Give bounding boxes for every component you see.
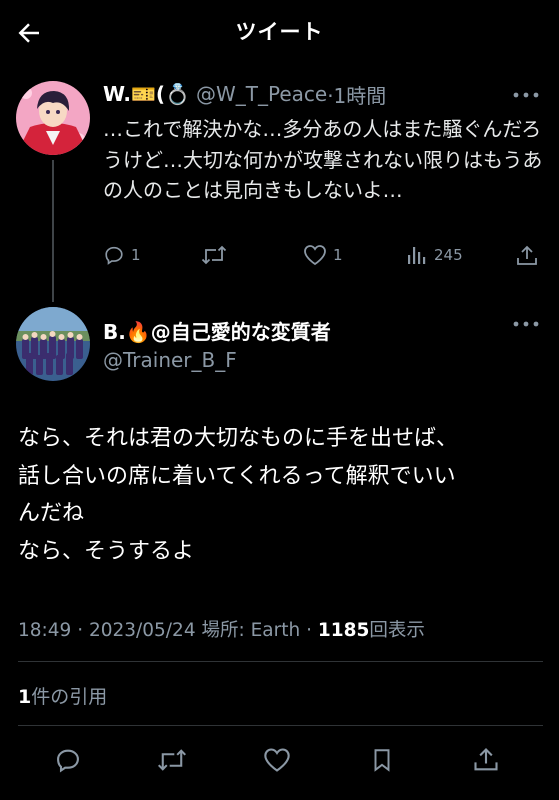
like-icon[interactable]: [257, 740, 297, 780]
avatar[interactable]: [16, 307, 90, 381]
quoted-tweet-actions: 1 1 245: [103, 244, 543, 274]
quoted-tweet-header: W.🎫(💍 @W_T_Peace ·1時間: [103, 80, 386, 108]
view-count: 1185: [317, 620, 370, 641]
main-tweet-text: なら、それは君の大切なものに手を出せば、 話し合いの席に着いてくれるって解釈でい…: [18, 420, 543, 570]
tweet-line: 話し合いの席に着いてくれるって解釈でいい: [18, 463, 456, 489]
more-icon[interactable]: [512, 319, 540, 329]
view-label: 回表示: [369, 620, 425, 641]
retweet-icon: [201, 244, 227, 266]
share-button[interactable]: [515, 244, 539, 268]
quote-count-number: 1: [18, 686, 32, 708]
divider: [18, 661, 543, 662]
reply-icon: [103, 244, 125, 266]
avatar[interactable]: [16, 81, 90, 155]
tweet-timestamp[interactable]: 18:49 · 2023/05/24 場所: Earth ·: [18, 620, 318, 641]
more-icon[interactable]: [512, 90, 540, 100]
quote-count[interactable]: 1件の引用: [18, 682, 107, 709]
views-icon: [406, 244, 428, 266]
tweet-line: なら、そうするよ: [18, 538, 195, 564]
share-icon: [515, 244, 539, 268]
tweet-action-bar: [0, 740, 559, 780]
quoted-tweet-time: ·1時間: [327, 83, 387, 108]
main-tweet-header: B.🔥@自己愛的な変質者: [103, 316, 331, 345]
main-tweet-handle[interactable]: @Trainer_B_F: [103, 348, 237, 372]
like-button[interactable]: 1: [303, 244, 343, 266]
tweet-meta: 18:49 · 2023/05/24 場所: Earth · 1185回表示: [18, 616, 425, 642]
reply-count: 1: [131, 246, 141, 264]
retweet-button[interactable]: [201, 244, 233, 266]
main-tweet-display-name[interactable]: B.🔥@自己愛的な変質者: [103, 316, 331, 345]
reply-button[interactable]: 1: [103, 244, 141, 266]
like-count: 1: [333, 246, 343, 264]
tweet-line: なら、それは君の大切なものに手を出せば、: [18, 426, 459, 451]
like-icon: [303, 244, 327, 266]
page-title: ツイート: [235, 20, 324, 44]
tweet-line: んだね: [18, 501, 85, 526]
retweet-icon[interactable]: [152, 740, 192, 780]
quoted-tweet-display-name[interactable]: W.🎫(💍: [103, 82, 190, 106]
reply-icon[interactable]: [48, 740, 88, 780]
top-bar: ツイート: [0, 0, 559, 64]
bookmark-icon[interactable]: [362, 740, 402, 780]
share-icon[interactable]: [466, 740, 506, 780]
divider: [18, 725, 543, 726]
quoted-tweet-handle[interactable]: @W_T_Peace: [196, 82, 327, 106]
views-count: 245: [434, 246, 463, 264]
quoted-tweet-text: …これで解決かな…多分あの人はまた騒ぐんだろうけど…大切な何かが攻撃されない限り…: [103, 117, 543, 202]
quote-count-label: 件の引用: [31, 686, 108, 708]
views-button[interactable]: 245: [406, 244, 463, 266]
thread-line: [52, 160, 54, 302]
